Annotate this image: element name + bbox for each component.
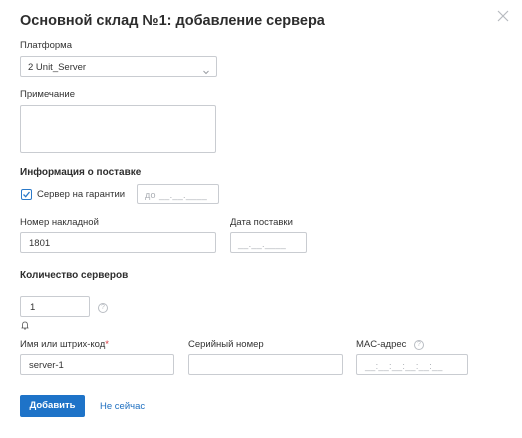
not-now-link[interactable]: Не сейчас (100, 401, 145, 412)
supply-heading: Информация о поставке (20, 167, 142, 178)
check-icon (23, 191, 31, 198)
note-textarea[interactable] (20, 105, 216, 153)
delivery-date-mask: __.__.____ (238, 239, 287, 249)
serial-label: Серийный номер (188, 339, 264, 350)
required-mark: * (105, 339, 109, 350)
delivery-date-input[interactable]: __.__.____ (230, 232, 307, 253)
invoice-label: Номер накладной (20, 217, 99, 228)
dialog-title: Основной склад №1: добавление сервера (20, 13, 325, 29)
warranty-date-input[interactable]: до __.__.____ (137, 184, 219, 204)
mac-input[interactable]: __:__:__:__:__:__ (356, 354, 468, 375)
warranty-date-mask: __.__.____ (159, 190, 208, 200)
warranty-label[interactable]: Сервер на гарантии (37, 189, 125, 200)
name-label-text: Имя или штрих-код (20, 339, 106, 350)
platform-select[interactable]: 2 Unit_Server (20, 56, 217, 77)
bell-icon (21, 317, 29, 335)
close-icon[interactable] (496, 9, 510, 23)
warranty-checkbox[interactable] (21, 189, 32, 200)
name-label: Имя или штрих-код* (20, 339, 109, 350)
help-icon[interactable]: ? (414, 340, 424, 350)
count-input[interactable]: 1 (20, 296, 90, 317)
mac-label: MAC-адрес (356, 339, 407, 350)
warranty-prefix: до (145, 190, 156, 200)
note-label: Примечание (20, 89, 75, 100)
help-icon[interactable]: ? (98, 303, 108, 313)
platform-value: 2 Unit_Server (28, 62, 87, 73)
add-button[interactable]: Добавить (20, 395, 85, 417)
invoice-input[interactable]: 1801 (20, 232, 216, 253)
date-label: Дата поставки (230, 217, 293, 228)
name-value: server-1 (29, 360, 64, 371)
mac-mask: __:__:__:__:__:__ (365, 361, 443, 371)
invoice-value: 1801 (29, 238, 51, 249)
count-value: 1 (30, 302, 36, 313)
serial-input[interactable] (188, 354, 343, 375)
chevron-down-icon (202, 63, 210, 81)
platform-label: Платформа (20, 40, 72, 51)
servers-heading: Количество серверов (20, 270, 129, 281)
name-input[interactable]: server-1 (20, 354, 174, 375)
